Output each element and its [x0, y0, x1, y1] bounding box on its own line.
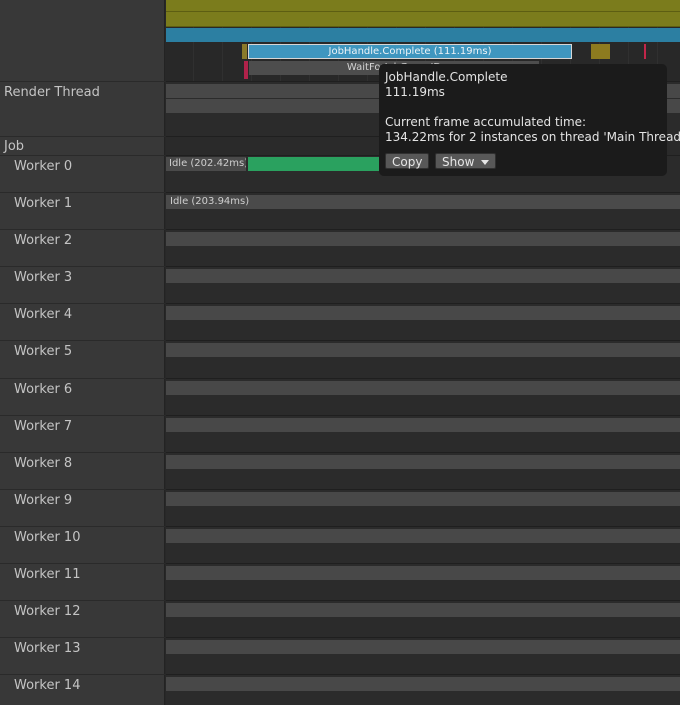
- worker0-idle-sample[interactable]: Idle (202.42ms): [166, 157, 246, 171]
- thread-row-worker-6[interactable]: Worker 6: [0, 378, 165, 415]
- thread-row-worker-11[interactable]: Worker 11: [0, 563, 165, 600]
- timeline-row-worker-7: [166, 415, 680, 452]
- thread-row-worker-10[interactable]: Worker 10: [0, 526, 165, 563]
- thread-row-worker-1[interactable]: Worker 1: [0, 192, 165, 229]
- worker-lane-5: [166, 343, 680, 357]
- worker1-idle-sample[interactable]: Idle (203.94ms): [166, 195, 680, 209]
- thread-label-worker-11: Worker 11: [14, 567, 81, 582]
- timeline-row-worker-4: [166, 303, 680, 340]
- thread-label-worker-9: Worker 9: [14, 493, 73, 508]
- worker-lane-9: [166, 492, 680, 506]
- tooltip-title: JobHandle.Complete: [385, 70, 508, 84]
- show-dropdown-label: Show: [442, 155, 475, 169]
- thread-label-worker-0: Worker 0: [14, 159, 73, 174]
- thread-row-worker-3[interactable]: Worker 3: [0, 266, 165, 303]
- tooltip-duration: 111.19ms: [385, 85, 445, 99]
- worker-lane-2: [166, 232, 680, 246]
- copy-button-label: Copy: [392, 155, 423, 169]
- timeline-row-worker-12: [166, 600, 680, 637]
- worker-lane-13: [166, 640, 680, 654]
- show-dropdown-button[interactable]: Show: [435, 153, 497, 169]
- thread-group-job[interactable]: Job: [0, 136, 165, 155]
- thread-label-worker-5: Worker 5: [14, 344, 73, 359]
- sample-marker-red-2[interactable]: [244, 61, 248, 79]
- copy-button[interactable]: Copy: [385, 153, 430, 169]
- thread-label-render: Render Thread: [4, 85, 100, 100]
- worker1-idle-label: Idle (203.94ms): [170, 196, 250, 207]
- worker-lane-4: [166, 306, 680, 320]
- thread-label-worker-8: Worker 8: [14, 456, 73, 471]
- worker-lane-11: [166, 566, 680, 580]
- worker-lane-10: [166, 529, 680, 543]
- thread-row-worker-8[interactable]: Worker 8: [0, 452, 165, 489]
- tooltip-accum-header: Current frame accumulated time:: [385, 115, 587, 129]
- timeline-row-worker-6: [166, 378, 680, 415]
- selected-sample-label: JobHandle.Complete (111.19ms): [328, 46, 492, 57]
- thread-row-worker-2[interactable]: Worker 2: [0, 229, 165, 266]
- timeline-row-worker-9: [166, 489, 680, 526]
- thread-row-worker-7[interactable]: Worker 7: [0, 415, 165, 452]
- main-thread-sample-level0[interactable]: [166, 0, 680, 12]
- thread-label-worker-7: Worker 7: [14, 419, 73, 434]
- thread-row-worker-5[interactable]: Worker 5: [0, 340, 165, 378]
- thread-label-worker-10: Worker 10: [14, 530, 81, 545]
- main-thread-sample-level2[interactable]: [166, 28, 680, 42]
- timeline-row-worker-2: [166, 229, 680, 266]
- main-thread-sample-level1[interactable]: [166, 12, 680, 27]
- timeline-row-worker-5: [166, 340, 680, 378]
- worker-lane-7: [166, 418, 680, 432]
- worker-lane-3: [166, 269, 680, 283]
- timeline-row-worker-14: [166, 674, 680, 705]
- thread-row-render[interactable]: Render Thread: [0, 81, 165, 136]
- dropdown-arrow-icon: [481, 160, 490, 165]
- thread-list-sidebar: Render Thread Job Worker 0 Worker 1 Worker…: [0, 0, 165, 705]
- group-label-job: Job: [4, 139, 25, 154]
- worker0-idle-label: Idle (202.42ms): [169, 158, 246, 169]
- worker-lane-6: [166, 381, 680, 395]
- thread-row-worker-4[interactable]: Worker 4: [0, 303, 165, 340]
- thread-label-worker-13: Worker 13: [14, 641, 81, 656]
- worker-lane-12: [166, 603, 680, 617]
- sample-block-olive[interactable]: [591, 44, 610, 59]
- thread-label-worker-2: Worker 2: [14, 233, 73, 248]
- timeline-row-worker-3: [166, 266, 680, 303]
- thread-label-worker-14: Worker 14: [14, 678, 81, 693]
- sample-tooltip: JobHandle.Complete 111.19ms Current fram…: [379, 64, 680, 176]
- thread-row-worker-13[interactable]: Worker 13: [0, 637, 165, 674]
- tooltip-accum-detail: 134.22ms for 2 instances on thread 'Main…: [385, 130, 680, 144]
- thread-row-worker-14[interactable]: Worker 14: [0, 674, 165, 705]
- thread-label-worker-3: Worker 3: [14, 270, 73, 285]
- thread-label-worker-6: Worker 6: [14, 382, 73, 397]
- timeline-row-worker-8: [166, 452, 680, 489]
- thread-label-worker-4: Worker 4: [14, 307, 73, 322]
- thread-label-worker-12: Worker 12: [14, 604, 81, 619]
- timeline-row-worker-13: [166, 637, 680, 674]
- sample-marker-red[interactable]: [644, 44, 646, 59]
- worker-lane-8: [166, 455, 680, 469]
- thread-row-worker-0[interactable]: Worker 0: [0, 155, 165, 192]
- thread-row-worker-9[interactable]: Worker 9: [0, 489, 165, 526]
- worker-lane-14: [166, 677, 680, 691]
- thread-row-worker-12[interactable]: Worker 12: [0, 600, 165, 637]
- thread-label-worker-1: Worker 1: [14, 196, 73, 211]
- timeline-row-worker-10: [166, 526, 680, 563]
- small-sample-marker[interactable]: [242, 44, 247, 59]
- selected-sample-jobhandle-complete[interactable]: JobHandle.Complete (111.19ms): [248, 44, 572, 59]
- timeline-row-worker-11: [166, 563, 680, 600]
